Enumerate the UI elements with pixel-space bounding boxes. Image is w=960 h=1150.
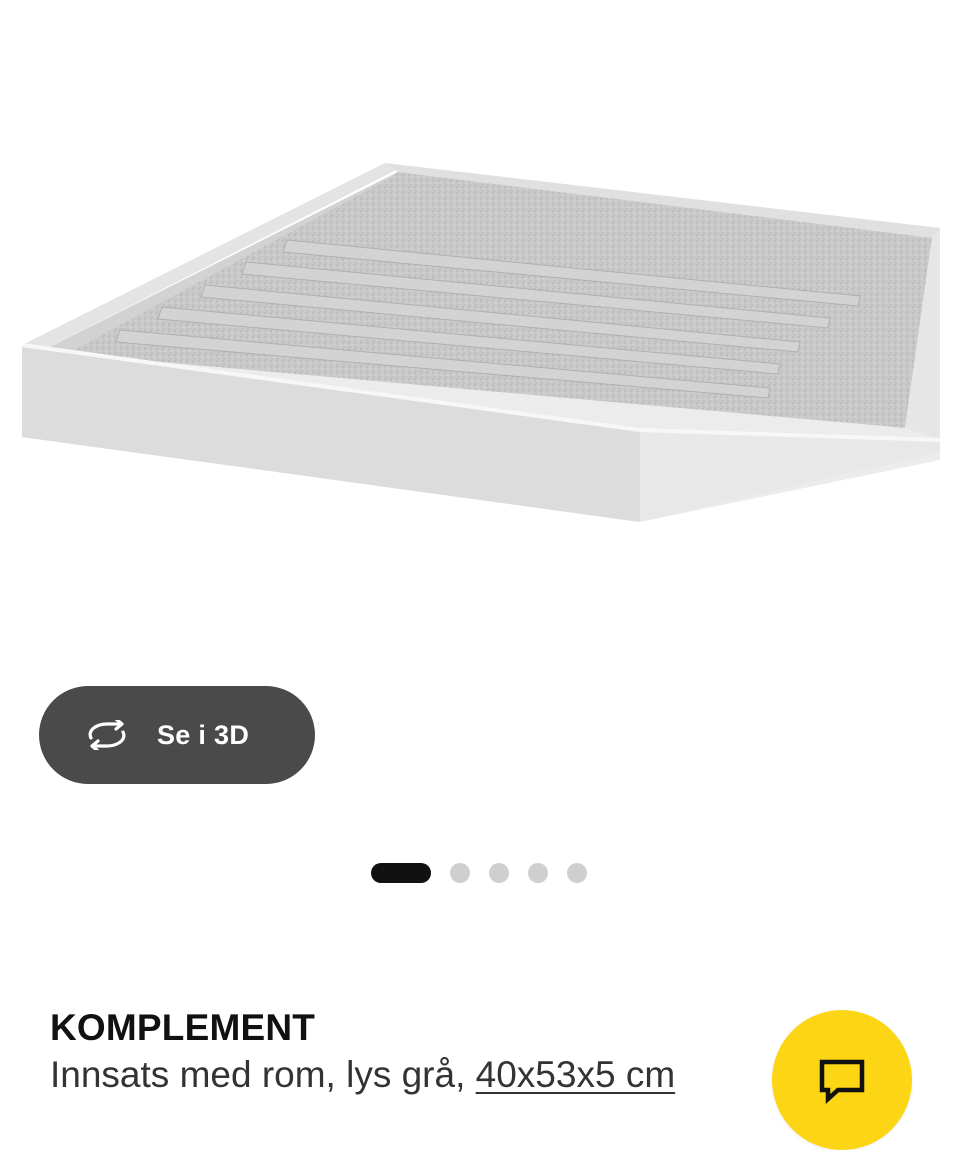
product-image[interactable] [0,0,960,690]
image-carousel-dots [371,862,606,884]
chat-button[interactable] [772,1010,912,1150]
product-description-text: Innsats med rom, lys grå, [50,1054,466,1095]
carousel-dot-2[interactable] [450,863,470,883]
carousel-dot-4[interactable] [528,863,548,883]
product-description: Innsats med rom, lys grå, 40x53x5 cm [50,1050,770,1100]
carousel-dot-1[interactable] [371,863,431,883]
view-in-3d-button[interactable]: Se i 3D [39,686,315,784]
view-in-3d-label: Se i 3D [157,719,250,750]
chat-bubble-icon [818,1058,866,1105]
carousel-dot-3[interactable] [489,863,509,883]
product-info: KOMPLEMENT Innsats med rom, lys grå, 40x… [50,1006,770,1100]
carousel-dot-5[interactable] [567,863,587,883]
product-size-link[interactable]: 40x53x5 cm [476,1054,676,1095]
product-name: KOMPLEMENT [50,1007,316,1048]
rotate-icon [83,717,131,753]
tray-illustration [21,163,941,522]
